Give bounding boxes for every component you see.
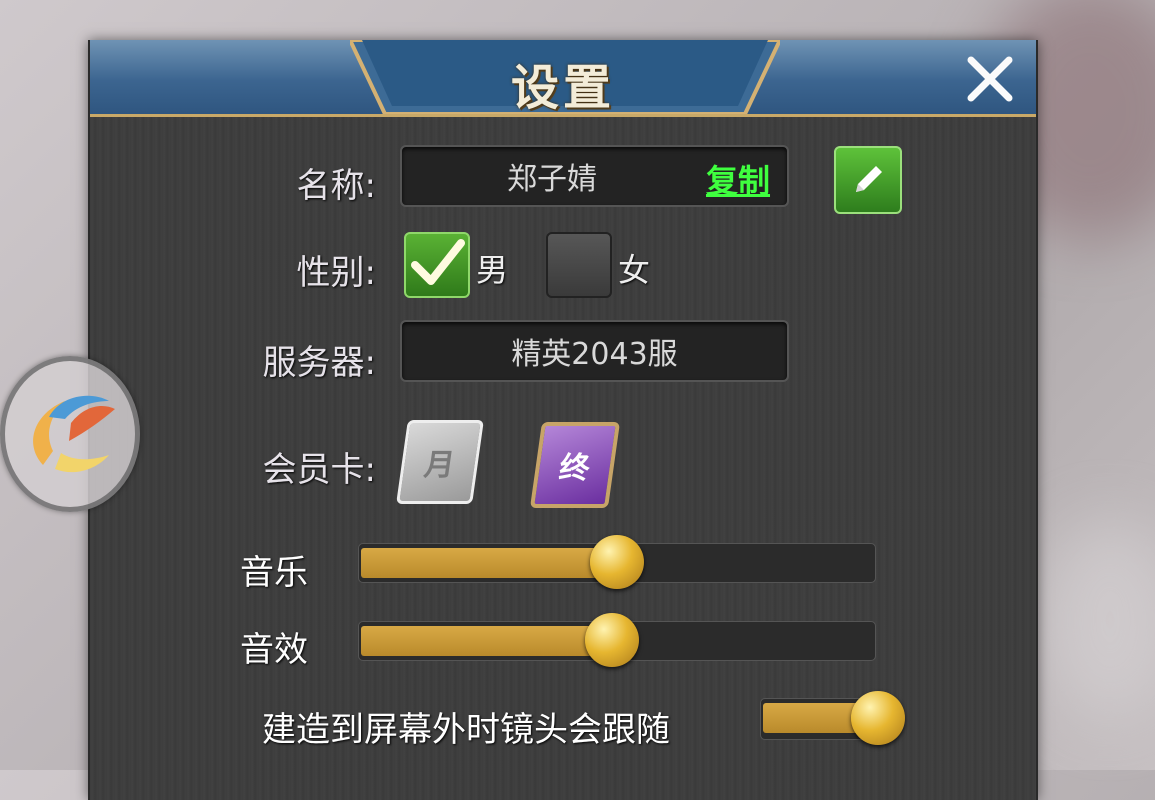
settings-panel: 设置 名称: 郑子婧 复制 性别: 男 女 服务器: 精英2043服 会员卡: … [88, 40, 1038, 800]
music-slider-fill [361, 548, 619, 578]
pencil-icon [856, 166, 882, 192]
sfx-slider-knob[interactable] [585, 613, 639, 667]
camera-follow-label: 建造到屏幕外时镜头会跟随 [262, 710, 670, 750]
month-card-glyph: 月 [422, 448, 457, 483]
name-label: 名称: [296, 166, 376, 206]
camera-follow-toggle[interactable] [760, 691, 905, 745]
month-card[interactable]: 月 [396, 420, 484, 504]
gender-male-checkbox[interactable] [404, 232, 470, 298]
name-value: 郑子婧 [507, 162, 597, 197]
lifetime-card[interactable]: 终 [529, 422, 621, 508]
server-value: 精英2043服 [511, 337, 678, 372]
gender-male-label: 男 [476, 251, 509, 289]
gender-female-label: 女 [618, 251, 651, 289]
sfx-label: 音效 [240, 630, 308, 670]
camera-follow-knob[interactable] [851, 691, 905, 745]
server-field: 精英2043服 [400, 320, 789, 382]
page-title: 设置 [510, 60, 615, 116]
sfx-slider-fill [361, 626, 614, 656]
camera-follow-fill [763, 703, 861, 733]
gender-female-checkbox[interactable] [546, 232, 612, 298]
sfx-slider[interactable] [358, 613, 876, 667]
music-slider-knob[interactable] [590, 535, 644, 589]
lifetime-card-glyph: 终 [557, 451, 592, 486]
title-bar: 设置 [90, 40, 1036, 117]
music-slider[interactable] [358, 535, 876, 589]
edit-name-button[interactable] [834, 146, 902, 214]
server-label: 服务器: [262, 343, 376, 383]
music-label: 音乐 [240, 553, 308, 593]
checkmark-icon [411, 239, 465, 285]
floating-assistant-button[interactable] [0, 356, 140, 512]
gender-label: 性别: [296, 253, 376, 293]
close-button[interactable] [963, 52, 1017, 106]
close-icon [967, 56, 1013, 102]
copy-name-link[interactable]: 复制 [706, 156, 770, 202]
vip-card-label: 会员卡: [262, 450, 376, 490]
assistant-logo-icon [33, 395, 115, 473]
